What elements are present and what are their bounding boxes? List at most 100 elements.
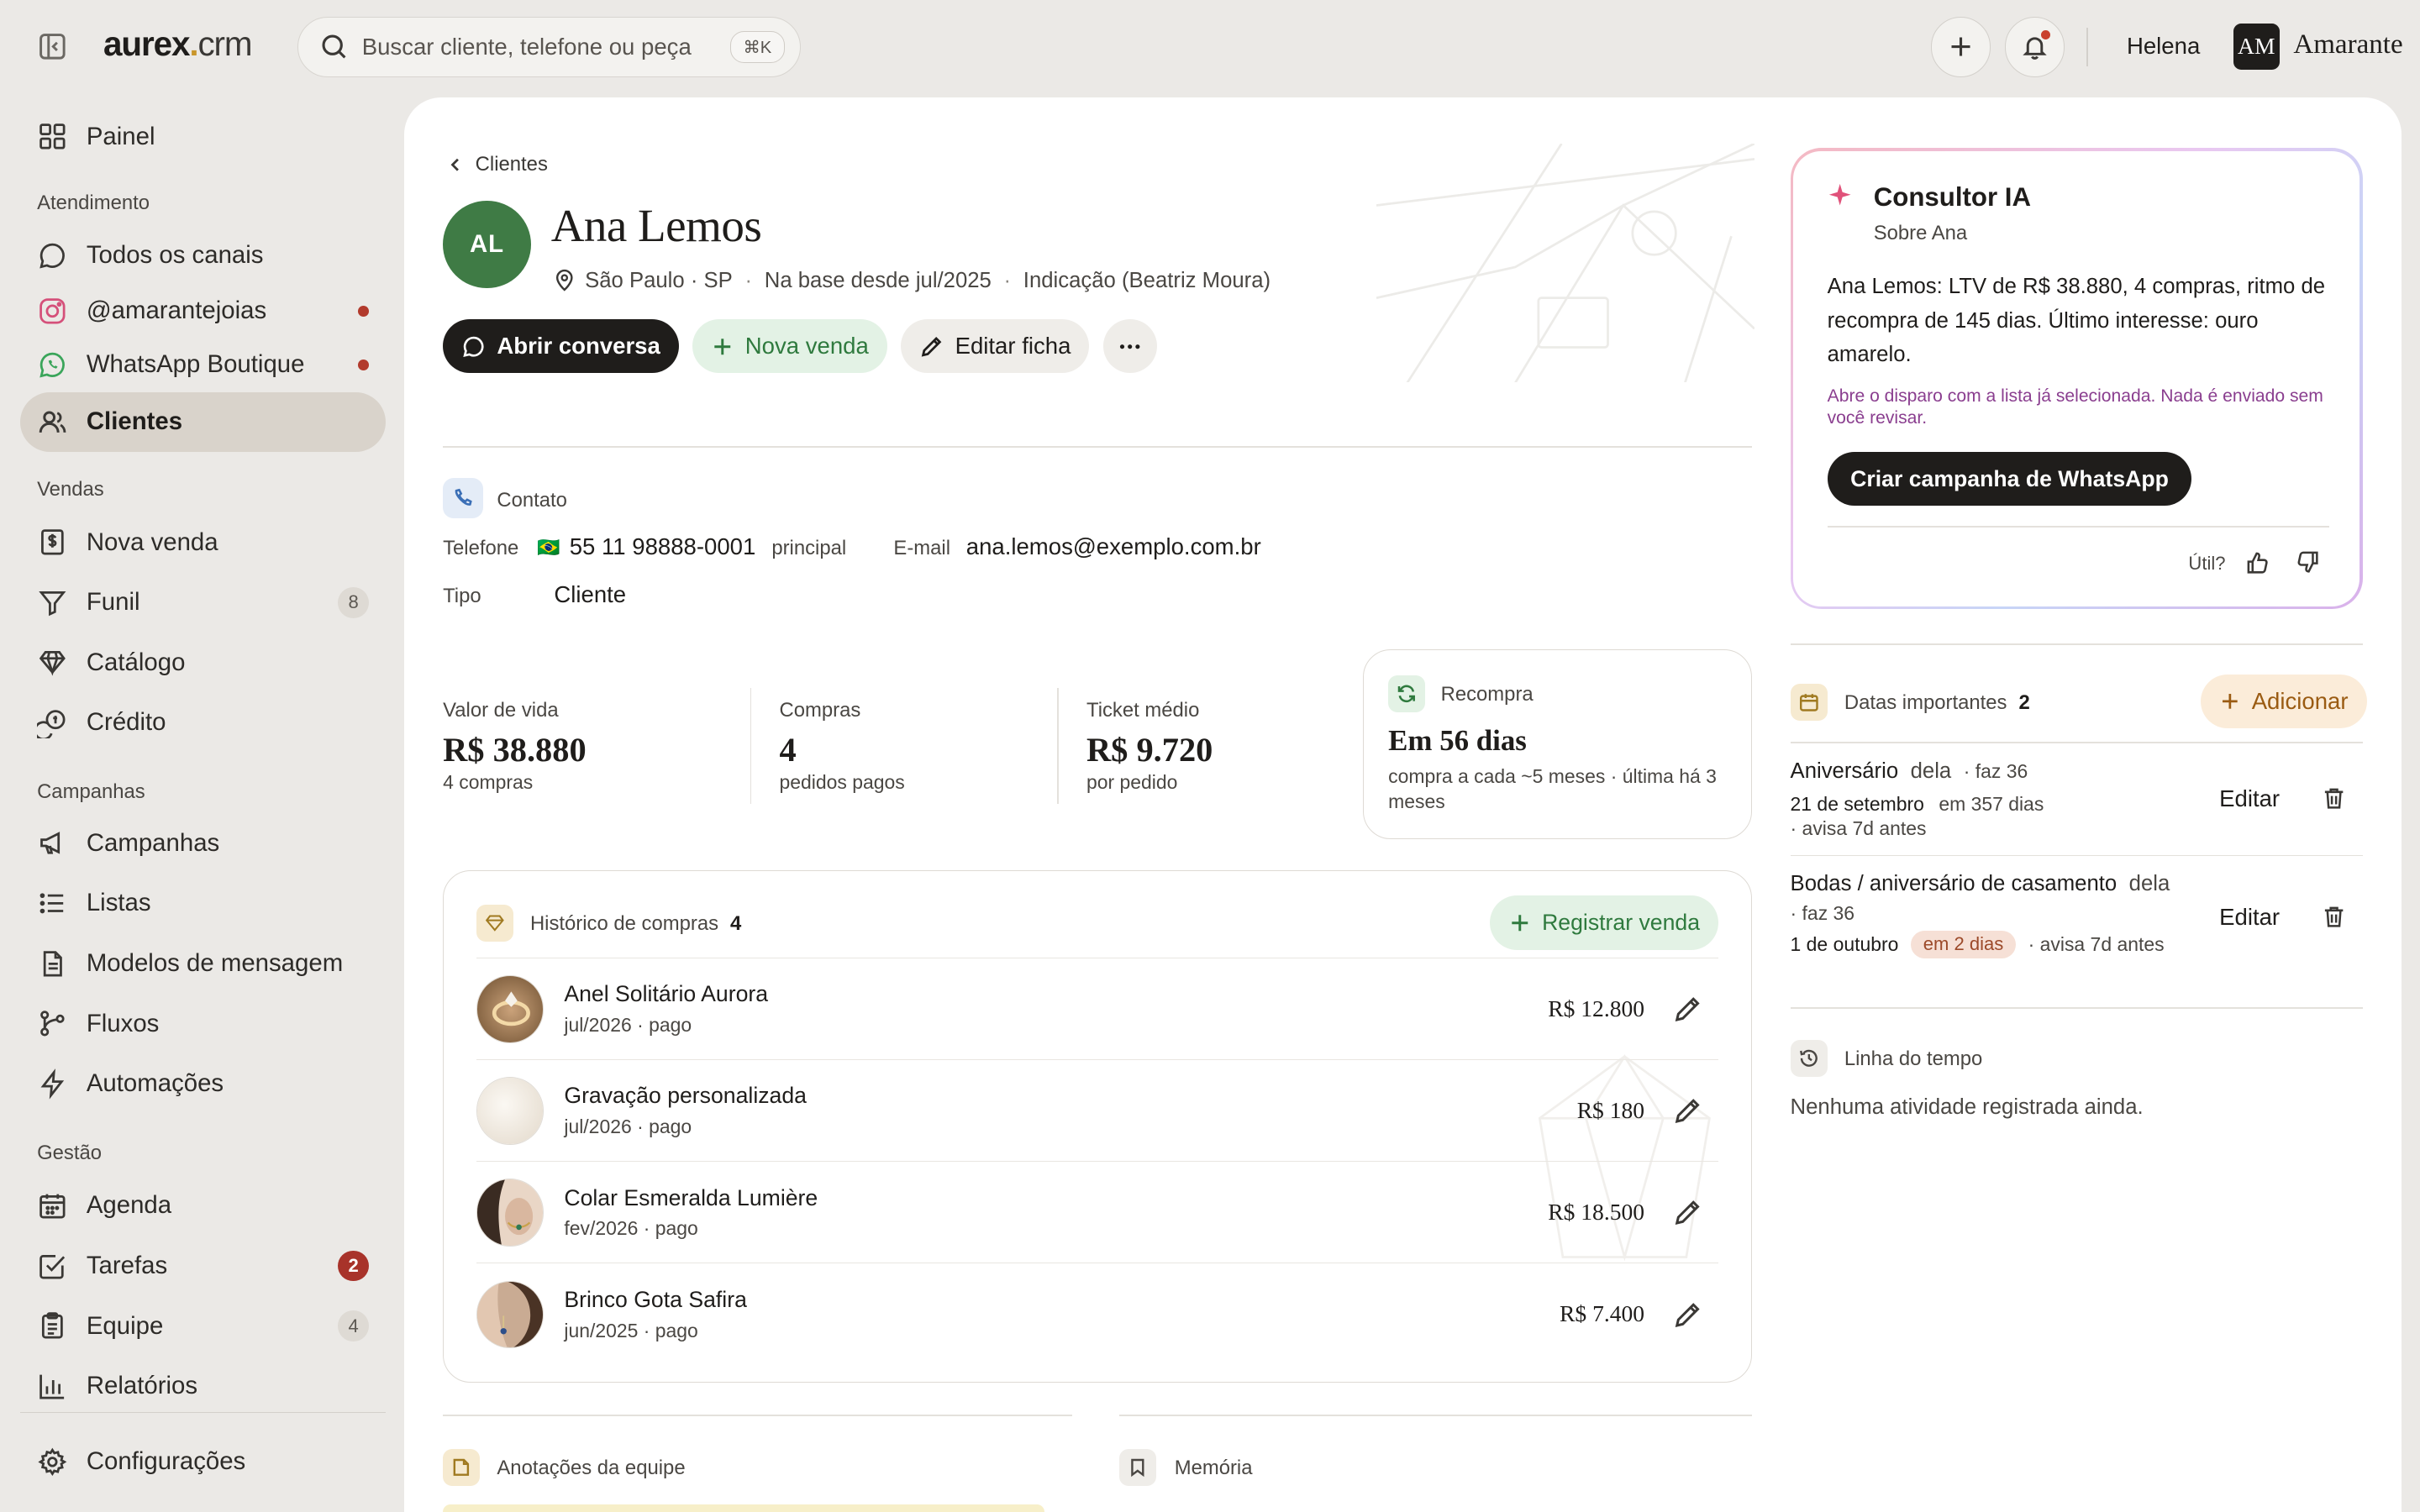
search-input[interactable] [361,34,714,61]
funnel-icon [37,587,68,618]
flow-icon [37,1008,68,1039]
add-date-button[interactable]: Adicionar [2201,674,2367,728]
customer-referral: Indicação (Beatriz Moura) [1023,268,1271,292]
notes-preview[interactable] [443,1504,1045,1512]
pencil-icon [922,336,942,357]
product-name: Colar Esmeralda Lumière [564,1184,818,1210]
table-row[interactable]: Brinco Gota Safira jun/2025 · pago R$ 7.… [476,1263,1719,1364]
phone-number[interactable]: 55 11 98888-0001 [570,533,756,560]
sidebar-item-instagram[interactable]: @amarantejoias [20,281,386,341]
trash-icon[interactable] [2321,904,2347,930]
document-icon [37,948,68,979]
memory-divider [1118,1415,1752,1417]
trash-icon[interactable] [2321,785,2347,811]
clipboard-icon [37,1310,68,1341]
sidebar-item-configuracoes[interactable]: Configurações [20,1431,386,1492]
sidebar-item-credito[interactable]: Crédito [20,693,386,753]
customer-meta: São Paulo · SP · Na base desde jul/2025 … [553,268,1271,293]
sidebar-item-funil[interactable]: Funil 8 [20,572,386,633]
global-search[interactable]: ⌘K [297,17,802,77]
email-address[interactable]: ana.lemos@exemplo.com.br [966,533,1261,560]
sidebar-item-automacoes[interactable]: Automações [20,1053,386,1114]
breadcrumb-clientes[interactable]: Clientes [476,153,548,176]
sidebar-item-agenda[interactable]: Agenda [20,1176,386,1236]
sidebar-item-catalogo[interactable]: Catálogo [20,633,386,693]
whatsapp-icon [37,349,68,381]
receipt-icon [37,527,68,558]
ai-message: Ana Lemos: LTV de R$ 38.880, 4 compras, … [1827,275,2326,367]
thumbs-down-icon[interactable] [2295,549,2321,575]
sidebar-item-equipe[interactable]: Equipe 4 [20,1296,386,1357]
sidebar-item-whatsapp[interactable]: WhatsApp Boutique [20,335,386,396]
sidebar-item-todos-os-canais[interactable]: Todos os canais [20,225,386,286]
section-gestao: Gestão [37,1142,103,1165]
ticket-sub: por pedido [1086,771,1178,794]
contact-title: Contato [497,489,567,512]
diamond-icon [37,647,68,678]
stat-divider [1057,688,1059,804]
table-row[interactable]: Colar Esmeralda Lumière fev/2026 · pago … [476,1161,1719,1263]
register-sale-button[interactable]: Registrar venda [1489,895,1719,950]
product-thumbnail-earring [476,1280,544,1349]
date-name: Bodas / aniversário de casamento [1790,871,2118,895]
thumbs-up-icon[interactable] [2244,549,2270,575]
type-label: Tipo [443,585,481,608]
section-atendimento: Atendimento [37,191,150,214]
sidebar-item-modelos-de-mensagem[interactable]: Modelos de mensagem [20,933,386,994]
timeline-empty: Nenhuma atividade registrada ainda. [1790,1095,2144,1120]
sidebar-item-campanhas[interactable]: Campanhas [20,813,386,874]
dates-divider [1790,742,2363,744]
bolt-icon [37,1068,68,1100]
header-divider [443,445,1752,448]
pencil-icon[interactable] [1672,1197,1703,1228]
purchases-sub: pedidos pagos [779,771,905,794]
calendar-icon [37,1190,68,1221]
pencil-icon[interactable] [1672,1095,1703,1126]
breadcrumb[interactable]: Clientes [448,153,548,176]
dates-title: Datas importantes 2 [1844,690,2030,714]
table-row[interactable]: Gravação personalizada jul/2026 · pago R… [476,1058,1719,1161]
date-who: dela [2128,871,2170,895]
sidebar-item-clientes[interactable]: Clientes [19,391,387,453]
edit-date-button[interactable]: Editar [2219,785,2280,812]
table-row[interactable]: Anel Solitário Aurora jul/2026 · pago R$… [476,957,1719,1059]
customer-actions: Abrir conversa Nova venda Editar ficha [443,319,1158,374]
sidebar-item-nova-venda[interactable]: Nova venda [20,512,386,573]
sidebar-item-listas[interactable]: Listas [20,874,386,934]
email-label: E-mail [893,537,951,560]
checkbox-icon [37,1251,68,1282]
pencil-icon[interactable] [1672,1299,1703,1331]
app-logo[interactable]: aurex.crm [103,24,253,64]
product-meta: jul/2026 · pago [564,1116,692,1138]
edit-profile-button[interactable]: Editar ficha [901,319,1090,374]
ltv-sub: 4 compras [443,771,534,794]
pencil-icon[interactable] [1672,994,1703,1025]
list-icon [37,888,68,919]
topbar-divider [2086,28,2089,66]
history-title: Histórico de compras 4 [529,912,742,936]
ai-title: Consultor IA [1873,181,2032,212]
notifications-button[interactable] [2004,17,2065,77]
equipe-count-badge: 4 [338,1310,369,1341]
store-logo[interactable]: AM [2233,23,2280,70]
open-chat-button[interactable]: Abrir conversa [443,319,679,374]
create-button[interactable] [1930,17,1991,77]
create-whatsapp-campaign-button[interactable]: Criar campanha de WhatsApp [1827,452,2192,507]
stat-divider [750,688,752,804]
right-divider [1790,643,2363,645]
sidebar-item-tarefas[interactable]: Tarefas 2 [20,1236,386,1296]
bar-chart-icon [37,1371,68,1402]
product-thumbnail-plain [476,1077,544,1145]
edit-date-button[interactable]: Editar [2219,904,2280,931]
current-user-name[interactable]: Helena [2127,33,2200,60]
sidebar-item-relatorios[interactable]: Relatórios [20,1356,386,1416]
product-price: R$ 12.800 [1548,995,1645,1021]
sidebar-item-painel[interactable]: Painel [20,107,386,167]
memory-title: Memória [1174,1456,1253,1479]
store-name[interactable]: Amarante [2293,29,2402,60]
new-sale-button[interactable]: Nova venda [692,319,887,374]
sidebar-item-fluxos[interactable]: Fluxos [20,994,386,1054]
date-ago: · faz 36 [1963,759,2028,782]
more-options-button[interactable] [1102,319,1158,374]
sidebar-toggle-icon[interactable] [37,31,68,62]
